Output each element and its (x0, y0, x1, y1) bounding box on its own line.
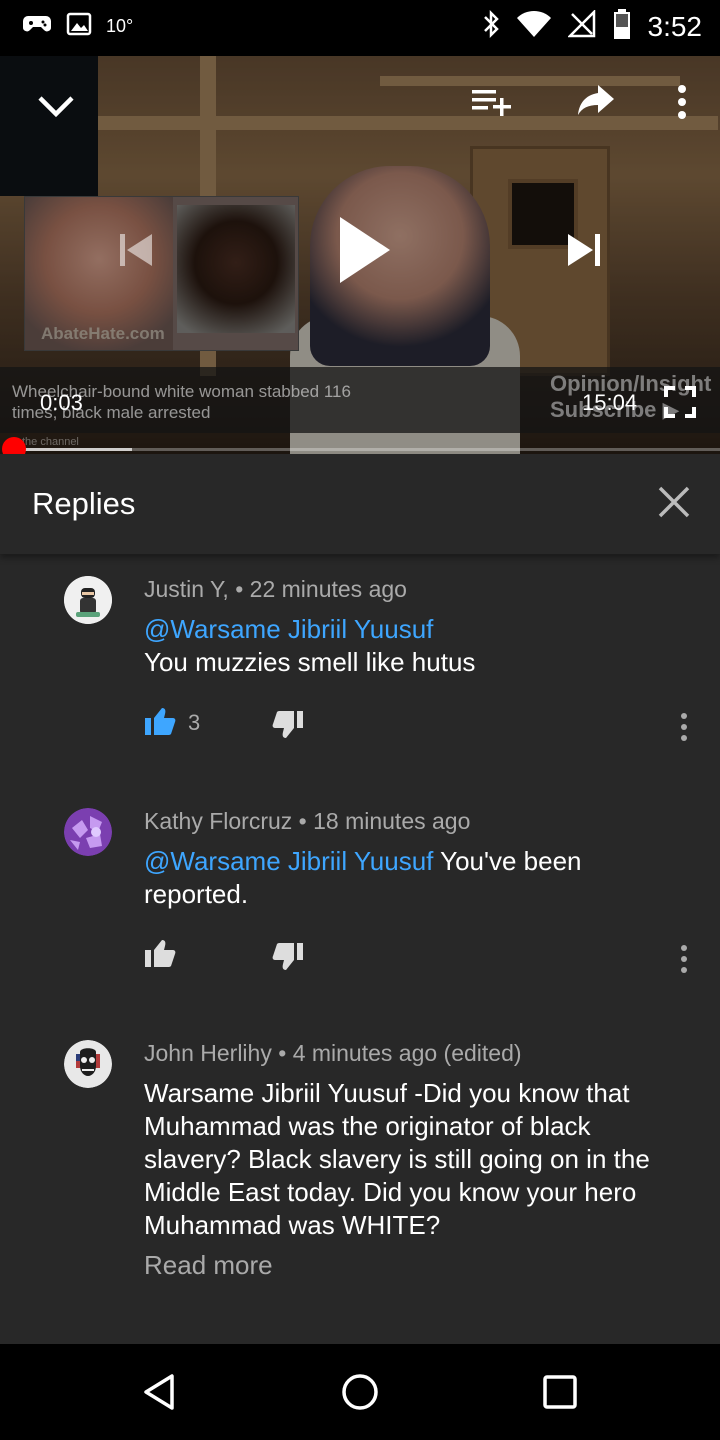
comment-time: 18 minutes ago (313, 808, 471, 834)
navigation-bar (0, 1344, 720, 1440)
comment-author[interactable]: Kathy Florcruz (144, 808, 292, 834)
avatar[interactable] (64, 1040, 112, 1088)
comment-time: 22 minutes ago (249, 576, 407, 602)
home-circle-icon[interactable] (336, 1368, 384, 1416)
comment-text: Warsame Jibriil Yuusuf -Did you know tha… (144, 1078, 650, 1240)
thumbs-up-icon[interactable] (144, 938, 178, 972)
comment-author[interactable]: John Herlihy (144, 1040, 272, 1066)
video-player[interactable]: AbateHate.com Wheelchair-bound white wom… (0, 56, 720, 454)
skip-next-icon[interactable] (562, 228, 606, 272)
image-icon (66, 12, 92, 41)
replies-header: Replies (0, 454, 720, 554)
playlist-add-icon[interactable] (468, 82, 516, 122)
chevron-down-icon[interactable] (34, 84, 78, 128)
clock: 3:52 (647, 10, 703, 42)
read-more-link[interactable]: Read more (144, 1250, 273, 1281)
avatar[interactable] (64, 808, 112, 856)
recents-square-icon[interactable] (536, 1368, 584, 1416)
comment-time: 4 minutes ago (edited) (292, 1040, 522, 1066)
no-signal-icon (566, 8, 596, 43)
back-triangle-icon[interactable] (136, 1368, 184, 1416)
comment-actions: 3 (144, 706, 704, 746)
game-controller-icon (22, 12, 52, 41)
more-vertical-icon[interactable] (668, 80, 696, 124)
comment-body: @Warsame Jibriil Yuusuf You muzzies smel… (144, 613, 684, 679)
wifi-icon (516, 10, 552, 43)
thumbs-down-icon[interactable] (272, 942, 306, 976)
battery-icon (612, 8, 632, 45)
bluetooth-icon (482, 9, 500, 44)
thumbs-down-icon[interactable] (272, 710, 306, 744)
current-time: 0:03 (40, 390, 83, 415)
comment-text: You muzzies smell like hutus (144, 647, 476, 677)
seek-knob[interactable] (2, 437, 27, 454)
like-count: 3 (188, 710, 201, 735)
replies-title: Replies (32, 486, 136, 521)
comment-mention[interactable]: @Warsame Jibriil Yuusuf (144, 846, 433, 876)
fullscreen-icon[interactable] (662, 384, 698, 420)
duration: 15:04 (582, 390, 638, 415)
comment-mention[interactable]: @Warsame Jibriil Yuusuf (144, 613, 684, 646)
status-bar: 10° 3:52 (0, 0, 720, 56)
avatar[interactable] (64, 576, 112, 624)
temperature-label: 10° (106, 16, 134, 36)
thumbs-up-icon[interactable] (144, 706, 178, 740)
close-icon[interactable] (656, 484, 692, 520)
buffered-bar (12, 448, 133, 451)
seek-bar[interactable] (2, 437, 720, 454)
comment-more-icon[interactable] (672, 710, 696, 744)
play-icon[interactable] (332, 210, 396, 290)
channel-hint: the channel (22, 436, 79, 448)
share-icon[interactable] (574, 80, 618, 120)
comment-author[interactable]: Justin Y, (144, 576, 229, 602)
comment-actions (144, 938, 704, 978)
skip-previous-icon[interactable] (114, 228, 158, 272)
replies-list[interactable]: Justin Y, • 22 minutes ago @Warsame Jibr… (0, 554, 720, 1344)
comment-more-icon[interactable] (672, 942, 696, 976)
comment-body: @Warsame Jibriil Yuusuf You've been repo… (144, 845, 684, 911)
